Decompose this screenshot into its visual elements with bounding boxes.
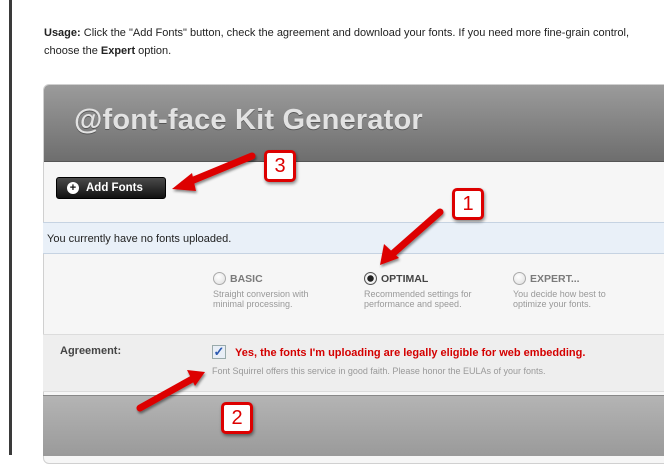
arrow-3-shaft (180, 152, 256, 188)
arrow-3-head (172, 173, 196, 191)
arrow-2-shaft (136, 374, 198, 412)
annotation-arrows (136, 152, 444, 412)
arrow-1-shaft (385, 208, 444, 261)
callout-1: 1 (452, 188, 484, 220)
callout-2: 2 (221, 402, 253, 434)
callout-3: 3 (264, 150, 296, 182)
